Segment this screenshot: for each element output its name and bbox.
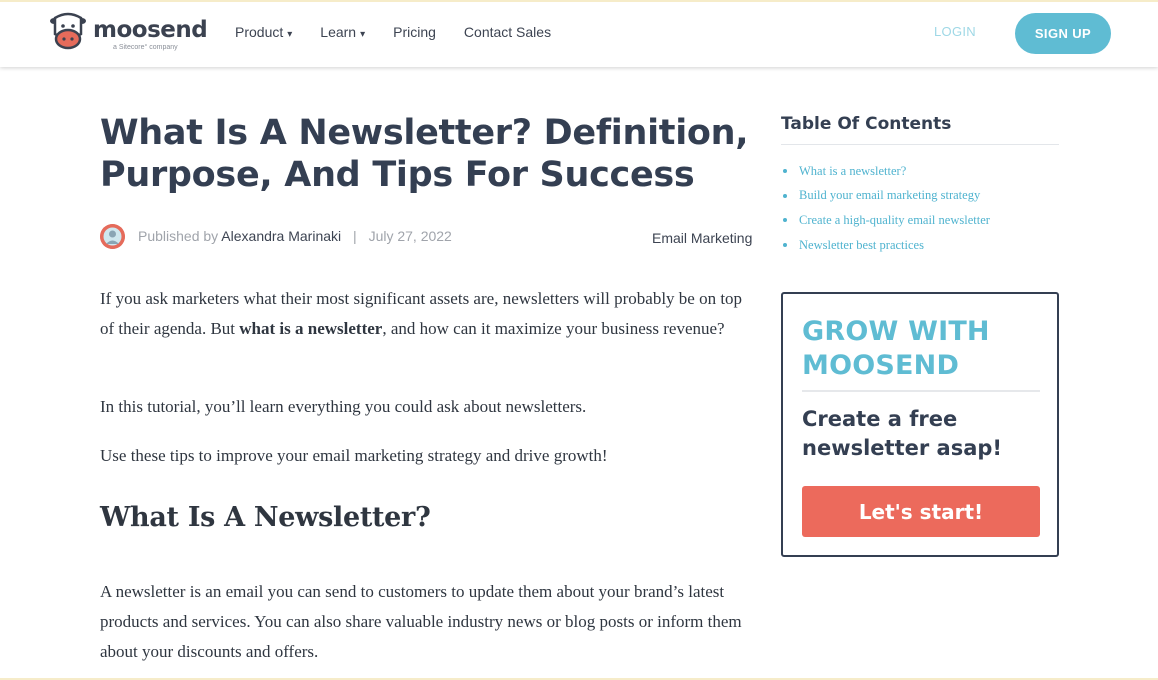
lets-start-button[interactable]: Let's start! — [802, 486, 1040, 537]
toc-item[interactable]: What is a newsletter? — [781, 159, 990, 184]
toc-item-label: Create a high-quality email newsletter — [799, 212, 990, 227]
byline-separator: | — [353, 228, 357, 244]
author-avatar-icon — [100, 224, 125, 249]
avatar — [100, 224, 125, 249]
bullet-icon — [783, 218, 787, 223]
moosend-logo[interactable]: moosend a Sitecore° company — [49, 12, 208, 58]
author-name[interactable]: Alexandra Marinaki — [221, 228, 341, 244]
paragraph: In this tutorial, you’ll learn everythin… — [100, 397, 587, 416]
logo-tagline: a Sitecore° company — [113, 44, 178, 51]
intro-bold-text: what is a newsletter — [239, 319, 383, 338]
article-title: What Is A Newsletter? Definition, Purpos… — [100, 113, 749, 195]
main-nav: Product ▾ Learn ▾ Pricing Contact Sales — [235, 24, 579, 40]
cta-title: GROW WITH MOOSEND — [802, 316, 990, 381]
logo-wordmark: moosend — [93, 17, 208, 43]
chevron-down-icon: ▾ — [287, 29, 293, 40]
cow-logo-icon — [50, 12, 86, 50]
nav-label: Pricing — [393, 24, 436, 40]
nav-label: Contact Sales — [463, 24, 552, 40]
site-header: moosend a Sitecore° company Product ▾ Lea… — [0, 0, 1158, 67]
cta-box: GROW WITH MOOSEND Create a free newslett… — [781, 292, 1059, 557]
divider — [802, 390, 1040, 392]
cta-subtitle: Create a free newsletter asap! — [802, 407, 1002, 460]
paragraph: A newsletter is an email you can send to… — [100, 582, 742, 661]
category-link[interactable]: Email Marketing — [652, 230, 752, 246]
chevron-down-icon: ▾ — [360, 29, 366, 40]
toc-list: What is a newsletter? Build your email m… — [781, 159, 990, 257]
toc-item-label: Build your email marketing strategy — [799, 188, 981, 203]
bullet-icon — [783, 243, 787, 248]
section-heading: What Is A Newsletter? — [100, 502, 431, 533]
toc-title: Table Of Contents — [781, 114, 952, 134]
intro-text-end: , and how can it maximize your business … — [382, 319, 725, 338]
article-byline: Published by Alexandra Marinaki | July 2… — [100, 224, 760, 250]
nav-item-product[interactable]: Product ▾ — [235, 24, 292, 40]
nav-item-contact-sales[interactable]: Contact Sales — [464, 24, 551, 40]
paragraph: Use these tips to improve your email mar… — [100, 446, 608, 465]
intro-paragraph: If you ask marketers what their most sig… — [100, 284, 750, 344]
signup-button[interactable]: SIGN UP — [1015, 13, 1111, 54]
login-link[interactable]: LOGIN — [934, 24, 976, 39]
toc-item[interactable]: Create a high-quality email newsletter — [781, 208, 990, 233]
nav-item-learn[interactable]: Learn ▾ — [320, 24, 365, 40]
bullet-icon — [783, 193, 787, 198]
toc-item[interactable]: Newsletter best practices — [781, 233, 990, 258]
bullet-icon — [783, 169, 787, 174]
nav-item-pricing[interactable]: Pricing — [393, 24, 436, 40]
byline-text: Published by Alexandra Marinaki | July 2… — [138, 228, 452, 244]
divider — [781, 144, 1059, 145]
nav-label: Learn — [320, 24, 357, 40]
toc-item[interactable]: Build your email marketing strategy — [781, 184, 990, 209]
published-by-label: Published by — [138, 228, 219, 244]
publish-date: July 27, 2022 — [368, 228, 452, 244]
toc-item-label: Newsletter best practices — [799, 237, 924, 252]
toc-item-label: What is a newsletter? — [799, 163, 907, 178]
nav-label: Product — [235, 24, 284, 40]
